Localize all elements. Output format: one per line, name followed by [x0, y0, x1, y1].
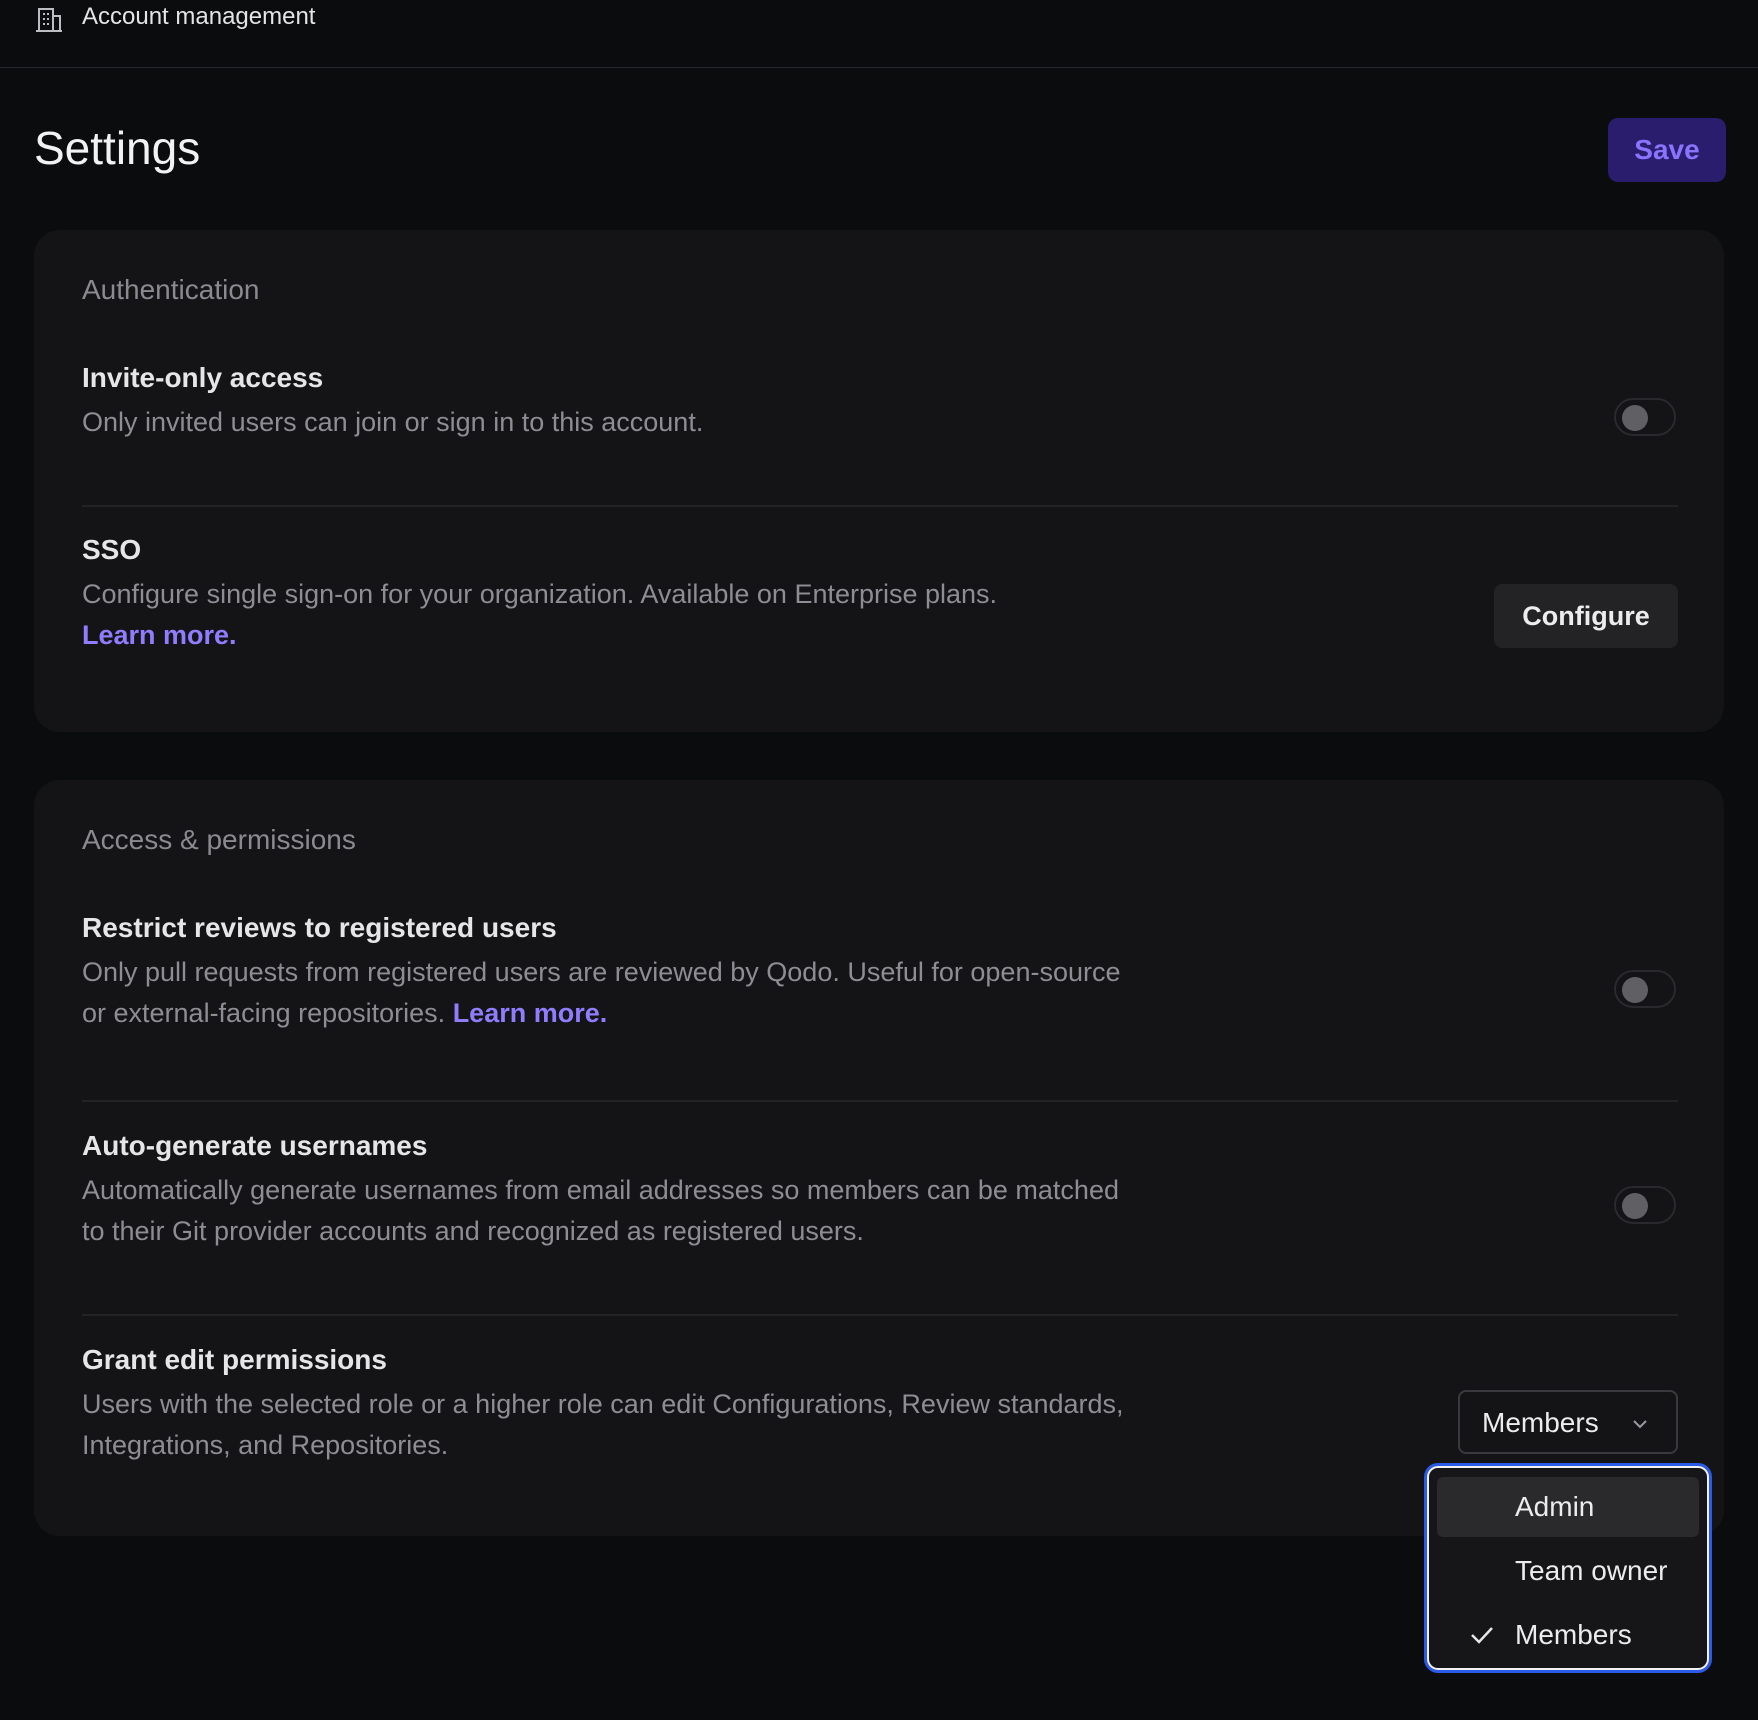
auto-usernames-toggle[interactable] — [1614, 1186, 1676, 1224]
access-section-title: Access & permissions — [82, 824, 356, 855]
role-option-admin[interactable]: Admin — [1437, 1477, 1699, 1537]
save-button[interactable]: Save — [1608, 118, 1726, 182]
divider — [82, 505, 1678, 507]
authentication-section-title: Authentication — [82, 274, 260, 305]
role-option-label: Members — [1515, 1619, 1632, 1650]
page-title: Settings — [34, 122, 201, 174]
divider — [82, 1314, 1678, 1316]
auto-usernames-description: Automatically generate usernames from em… — [82, 1175, 1119, 1246]
role-option-label: Admin — [1515, 1491, 1595, 1522]
restrict-reviews-description: Only pull requests from registered users… — [82, 952, 1142, 1034]
access-permissions-card: Access & permissions Restrict reviews to… — [34, 780, 1724, 1536]
grant-edit-description: Users with the selected role or a higher… — [82, 1389, 1124, 1460]
role-select[interactable]: Members — [1458, 1390, 1678, 1454]
divider — [82, 1100, 1678, 1102]
invite-only-title: Invite-only access — [82, 362, 324, 393]
grant-edit-title: Grant edit permissions — [82, 1344, 387, 1375]
toggle-knob — [1622, 405, 1648, 431]
role-option-team-owner[interactable]: Team owner — [1437, 1541, 1699, 1601]
checkmark-icon — [1471, 1627, 1493, 1644]
building-icon — [36, 8, 62, 32]
authentication-card: Authentication Invite-only access Only i… — [34, 230, 1724, 732]
role-option-label: Team owner — [1515, 1555, 1668, 1586]
sso-learn-more-link[interactable]: Learn more. — [82, 620, 237, 650]
role-select-value: Members — [1482, 1407, 1599, 1438]
toggle-knob — [1622, 977, 1648, 1003]
auto-usernames-title: Auto-generate usernames — [82, 1130, 428, 1161]
role-option-members[interactable]: Members — [1437, 1605, 1699, 1665]
invite-only-description: Only invited users can join or sign in t… — [82, 407, 704, 437]
restrict-reviews-title: Restrict reviews to registered users — [82, 912, 557, 943]
sso-title: SSO — [82, 534, 142, 565]
toggle-knob — [1622, 1193, 1648, 1219]
configure-sso-button[interactable]: Configure — [1494, 584, 1678, 648]
restrict-reviews-toggle[interactable] — [1614, 970, 1676, 1008]
sso-description: Configure single sign-on for your organi… — [82, 574, 1282, 656]
role-dropdown-menu: Admin Team owner Members — [1424, 1463, 1712, 1673]
chevron-down-icon — [1633, 1420, 1647, 1429]
account-management-title: Account management — [82, 3, 316, 30]
invite-only-toggle[interactable] — [1614, 398, 1676, 436]
sso-description-text: Configure single sign-on for your organi… — [82, 579, 998, 609]
top-bar: Account management — [0, 0, 1758, 68]
restrict-reviews-learn-more-link[interactable]: Learn more. — [453, 998, 608, 1028]
